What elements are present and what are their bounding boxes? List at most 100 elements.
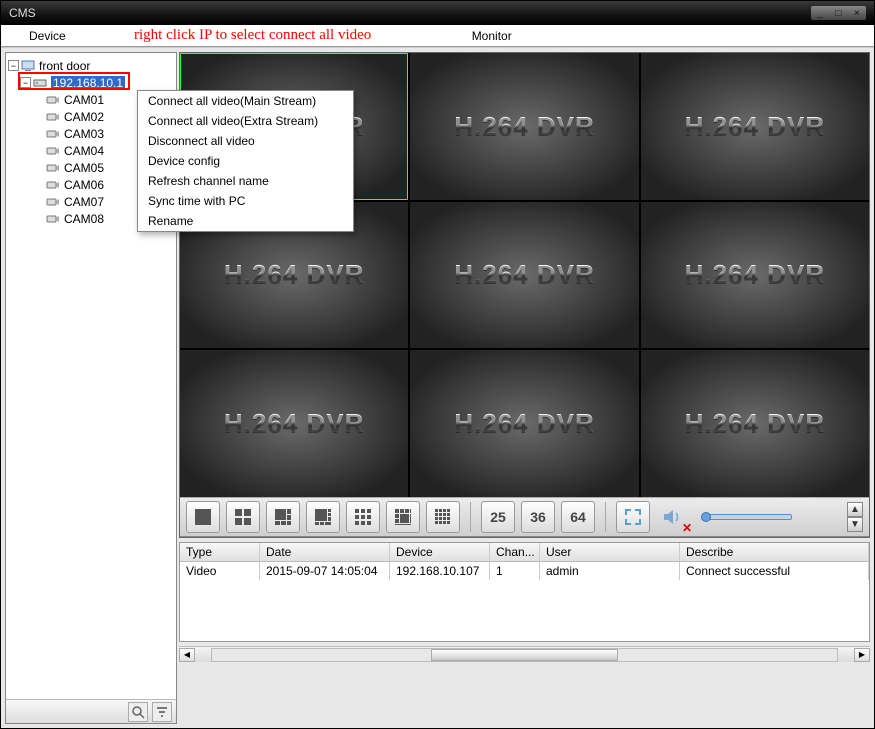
layout-4-button[interactable]	[226, 501, 260, 533]
tree-ip-node[interactable]: − 192.168.10.1	[8, 74, 174, 91]
video-placeholder-text: H.264 DVR	[224, 408, 365, 439]
log-device: 192.168.10.107	[390, 562, 490, 580]
tree-cam-label: CAM06	[64, 178, 104, 192]
menu-monitor[interactable]: Monitor	[444, 29, 540, 43]
maximize-icon[interactable]: □	[835, 8, 841, 19]
log-col-user[interactable]: User	[540, 543, 680, 561]
video-placeholder-text: H.264 DVR	[685, 408, 826, 439]
horizontal-scrollbar[interactable]: ◀ ▶	[179, 646, 870, 662]
layout-25-button[interactable]: 25	[481, 501, 515, 533]
video-cell[interactable]: H.264 DVR	[641, 350, 869, 497]
collapse-icon[interactable]: −	[20, 77, 31, 88]
camera-icon	[46, 196, 60, 208]
video-cell[interactable]: H.264 DVR	[410, 202, 638, 349]
context-sync-time[interactable]: Sync time with PC	[138, 191, 353, 211]
context-device-config[interactable]: Device config	[138, 151, 353, 171]
context-disconnect[interactable]: Disconnect all video	[138, 131, 353, 151]
window-title: CMS	[9, 6, 36, 20]
log-channel: 1	[490, 562, 540, 580]
layout-36-button[interactable]: 36	[521, 501, 555, 533]
scroll-thumb[interactable]	[431, 649, 619, 661]
monitor-icon	[21, 60, 35, 72]
layout-6-button[interactable]	[266, 501, 300, 533]
instruction-text: right click IP to select connect all vid…	[134, 27, 371, 44]
camera-icon	[46, 213, 60, 225]
tree-cam-label: CAM04	[64, 144, 104, 158]
mute-button[interactable]	[656, 501, 690, 533]
scroll-track[interactable]	[211, 648, 838, 662]
tree-search-bar	[6, 699, 176, 723]
camera-icon	[46, 162, 60, 174]
tree-cam-label: CAM03	[64, 127, 104, 141]
context-rename[interactable]: Rename	[138, 211, 353, 231]
scroll-arrows: ▲ ▼	[847, 502, 863, 532]
log-col-describe[interactable]: Describe	[680, 543, 869, 561]
scroll-left-icon[interactable]: ◀	[179, 648, 195, 662]
volume-slider[interactable]	[702, 514, 792, 520]
video-placeholder-text: H.264 DVR	[685, 111, 826, 142]
filter-icon[interactable]	[152, 702, 172, 722]
video-placeholder-text: H.264 DVR	[454, 408, 595, 439]
video-cell[interactable]: H.264 DVR	[180, 350, 408, 497]
tree-cam-label: CAM07	[64, 195, 104, 209]
close-icon[interactable]: ×	[854, 8, 860, 19]
log-col-type[interactable]: Type	[180, 543, 260, 561]
window-controls[interactable]: _ □ ×	[811, 6, 866, 20]
layout-8-button[interactable]	[306, 501, 340, 533]
context-menu: Connect all video(Main Stream) Connect a…	[137, 90, 354, 232]
log-row[interactable]: Video 2015-09-07 14:05:04 192.168.10.107…	[180, 562, 869, 580]
video-placeholder-text: H.264 DVR	[454, 111, 595, 142]
tree-cam-label: CAM05	[64, 161, 104, 175]
toolbar-separator	[605, 502, 606, 532]
tree-cam-label: CAM02	[64, 110, 104, 124]
log-user: admin	[540, 562, 680, 580]
log-describe: Connect successful	[680, 562, 869, 580]
scroll-right-icon[interactable]: ▶	[854, 648, 870, 662]
tree-cam-label: CAM01	[64, 93, 104, 107]
log-col-date[interactable]: Date	[260, 543, 390, 561]
context-connect-extra[interactable]: Connect all video(Extra Stream)	[138, 111, 353, 131]
tree-root[interactable]: − front door	[8, 57, 174, 74]
scroll-up-icon[interactable]: ▲	[847, 502, 863, 517]
minimize-icon[interactable]: _	[817, 8, 823, 19]
tree-ip-label[interactable]: 192.168.10.1	[51, 76, 125, 90]
log-header: Type Date Device Chan... User Describe	[180, 543, 869, 562]
layout-1-button[interactable]	[186, 501, 220, 533]
log-col-channel[interactable]: Chan...	[490, 543, 540, 561]
scroll-down-icon[interactable]: ▼	[847, 517, 863, 532]
log-date: 2015-09-07 14:05:04	[260, 562, 390, 580]
layout-16-button[interactable]	[426, 501, 460, 533]
search-icon[interactable]	[128, 702, 148, 722]
layout-13-button[interactable]	[386, 501, 420, 533]
video-cell[interactable]: H.264 DVR	[410, 53, 638, 200]
log-table: Type Date Device Chan... User Describe V…	[179, 542, 870, 642]
collapse-icon[interactable]: −	[8, 60, 19, 71]
layout-9-button[interactable]	[346, 501, 380, 533]
toolbar-separator	[470, 502, 471, 532]
video-cell[interactable]: H.264 DVR	[641, 53, 869, 200]
video-placeholder-text: H.264 DVR	[685, 259, 826, 290]
slider-thumb[interactable]	[701, 512, 711, 522]
tree-root-label: front door	[39, 59, 90, 73]
device-icon	[33, 77, 47, 89]
video-placeholder-text: H.264 DVR	[454, 259, 595, 290]
video-placeholder-text: H.264 DVR	[224, 259, 365, 290]
log-type: Video	[180, 562, 260, 580]
video-toolbar: 25 36 64 ▲ ▼	[180, 497, 869, 537]
camera-icon	[46, 179, 60, 191]
camera-icon	[46, 128, 60, 140]
title-bar: CMS _ □ ×	[1, 1, 874, 25]
layout-64-button[interactable]: 64	[561, 501, 595, 533]
camera-icon	[46, 111, 60, 123]
tree-cam-label: CAM08	[64, 212, 104, 226]
menu-device[interactable]: Device	[1, 29, 94, 43]
context-connect-main[interactable]: Connect all video(Main Stream)	[138, 91, 353, 111]
log-col-device[interactable]: Device	[390, 543, 490, 561]
video-cell[interactable]: H.264 DVR	[410, 350, 638, 497]
video-cell[interactable]: H.264 DVR	[641, 202, 869, 349]
menu-bar: Device right click IP to select connect …	[1, 25, 874, 47]
camera-icon	[46, 145, 60, 157]
context-refresh[interactable]: Refresh channel name	[138, 171, 353, 191]
fullscreen-button[interactable]	[616, 501, 650, 533]
camera-icon	[46, 94, 60, 106]
